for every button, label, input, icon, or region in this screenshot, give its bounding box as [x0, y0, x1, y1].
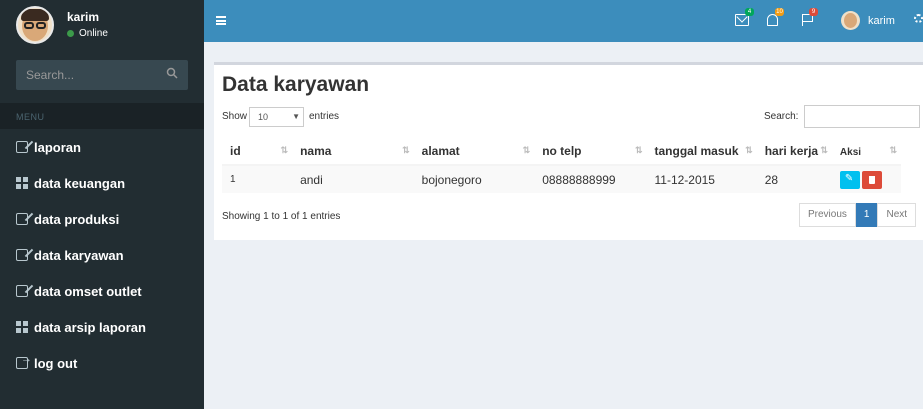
- cell-no-telp: 08888888999: [534, 165, 647, 193]
- sidebar-item-laporan[interactable]: laporan: [0, 132, 204, 162]
- column-header-nama[interactable]: nama ⇅: [292, 137, 414, 166]
- sort-icon: ⇅: [280, 145, 288, 155]
- navbar-avatar[interactable]: [841, 11, 860, 30]
- cell-nama: andi: [292, 165, 414, 193]
- pagination-next[interactable]: Next: [877, 203, 917, 227]
- search-icon[interactable]: [166, 67, 180, 81]
- sidebar-item-log-out[interactable]: log out: [0, 348, 204, 378]
- sidebar-item-data-omset-outlet[interactable]: data omset outlet: [0, 276, 204, 306]
- column-header-hari-kerja[interactable]: hari kerja ⇅: [756, 137, 832, 166]
- sidebar-item-data-arsip-laporan[interactable]: data arsip laporan: [0, 312, 204, 342]
- notifications-badge: 10: [775, 8, 784, 16]
- show-label: Show: [222, 111, 248, 122]
- column-header-alamat[interactable]: alamat ⇅: [413, 137, 535, 166]
- sign-out-icon: [16, 353, 32, 369]
- page-length-select[interactable]: 10 ▼: [249, 107, 304, 127]
- user-status: Online: [67, 28, 108, 39]
- chevron-down-icon: ▼: [292, 112, 300, 121]
- delete-button[interactable]: [861, 170, 882, 189]
- sort-icon: ⇅: [745, 145, 752, 155]
- user-name: karim: [67, 10, 100, 24]
- user-panel: karim Online: [0, 0, 204, 49]
- table-icon: [16, 321, 28, 333]
- sidebar-item-data-produksi[interactable]: data produksi: [0, 204, 204, 234]
- online-dot-icon: [67, 29, 74, 37]
- sidebar-search: [16, 60, 188, 90]
- column-header-id[interactable]: id ⇅: [222, 137, 293, 166]
- sidebar-item-data-karyawan[interactable]: data karyawan: [0, 240, 204, 270]
- table-search-input[interactable]: [804, 105, 920, 128]
- table-info: Showing 1 to 1 of 1 entries: [222, 211, 341, 222]
- table-icon: [16, 177, 28, 189]
- pagination-previous[interactable]: Previous: [799, 203, 856, 227]
- sidebar: karim Online MENU laporan data keuangan …: [0, 0, 204, 409]
- pagination: Previous 1 Next: [799, 203, 917, 227]
- entries-label: entries: [309, 111, 340, 122]
- table-row: 1 andi bojonegoro 08888888999 11-12-2015…: [222, 165, 901, 193]
- table-search-label: Search:: [764, 111, 799, 122]
- tasks-badge: 9: [809, 8, 818, 16]
- column-header-aksi[interactable]: Aksi ⇅: [831, 137, 901, 166]
- cell-alamat: bojonegoro: [413, 165, 535, 193]
- edit-icon: [16, 213, 28, 225]
- sort-icon: ⇅: [634, 145, 642, 155]
- cell-hari-kerja: 28: [756, 165, 832, 193]
- sidebar-item-data-keuangan[interactable]: data keuangan: [0, 168, 204, 198]
- column-header-tanggal-masuk[interactable]: tanggal masuk ⇅: [646, 137, 757, 166]
- top-navbar: 4 10 9 karim: [204, 0, 923, 42]
- sort-icon: ⇅: [889, 145, 896, 155]
- edit-icon: [16, 141, 28, 153]
- cell-aksi: [831, 165, 901, 193]
- sort-icon: ⇅: [402, 145, 409, 155]
- sidebar-search-input[interactable]: [16, 60, 156, 90]
- table-header-row: id ⇅ nama ⇅ alamat ⇅ no telp ⇅ tanggal masuk…: [222, 137, 901, 166]
- sort-icon: ⇅: [522, 145, 530, 155]
- avatar: [16, 6, 54, 44]
- column-header-no-telp[interactable]: no telp ⇅: [534, 137, 647, 166]
- cell-id: 1: [222, 165, 293, 193]
- messages-badge: 4: [745, 8, 754, 16]
- content-box: Data karyawan Show 10 ▼ entries Search: …: [214, 62, 923, 240]
- edit-button[interactable]: [839, 170, 860, 189]
- sidebar-toggle-icon[interactable]: [216, 16, 226, 25]
- menu-header: MENU: [0, 103, 204, 129]
- gear-icon[interactable]: [914, 14, 923, 23]
- sort-icon: ⇅: [820, 145, 827, 155]
- page-title: Data karyawan: [222, 73, 370, 96]
- edit-icon: [16, 249, 28, 261]
- employee-table: id ⇅ nama ⇅ alamat ⇅ no telp ⇅ tanggal masuk…: [222, 137, 901, 193]
- edit-icon: [16, 285, 28, 297]
- navbar-user-name[interactable]: karim: [868, 15, 895, 27]
- pagination-page-1[interactable]: 1: [855, 203, 878, 227]
- cell-tanggal-masuk: 11-12-2015: [646, 165, 757, 193]
